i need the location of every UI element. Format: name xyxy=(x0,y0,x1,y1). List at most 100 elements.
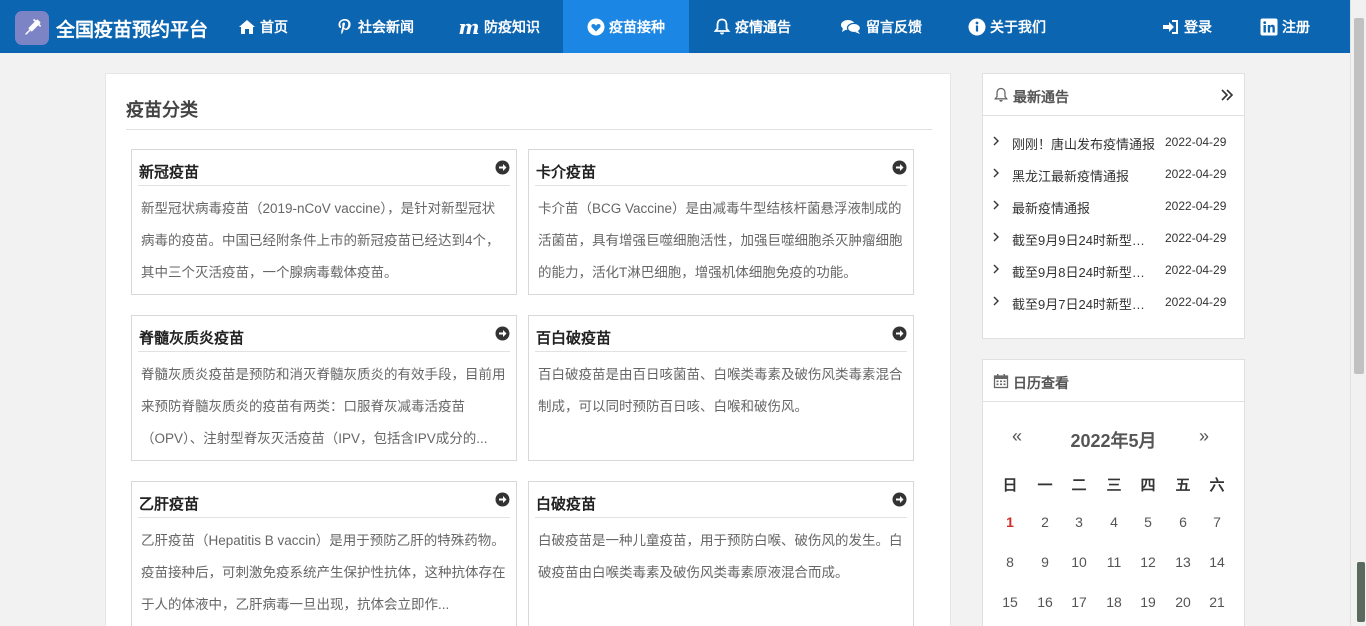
card-title[interactable]: 百白破疫苗 xyxy=(536,327,611,348)
vaccine-card-polio[interactable]: 脊髓灰质炎疫苗 脊髓灰质炎疫苗是预防和消灭脊髓灰质炎的有效手段，目前用来预防脊髓… xyxy=(131,315,517,461)
divider xyxy=(138,351,510,352)
vaccine-card-bcg[interactable]: 卡介疫苗 卡介苗（BCG Vaccine）是由减毒牛型结核杆菌悬浮液制成的活菌苗… xyxy=(528,149,914,295)
notice-date: 2022-04-29 xyxy=(1165,135,1227,149)
arrow-circle-right-icon[interactable] xyxy=(495,492,510,507)
brand-title: 全国疫苗预约平台 xyxy=(56,19,209,41)
calendar-day[interactable]: 10 xyxy=(1063,554,1095,570)
divider xyxy=(535,185,907,186)
calendar-day[interactable]: 17 xyxy=(1063,594,1095,610)
calendar-day[interactable]: 16 xyxy=(1029,594,1061,610)
calendar-day[interactable]: 18 xyxy=(1098,594,1130,610)
weekday-label: 五 xyxy=(1175,477,1191,494)
calendar-day[interactable]: 21 xyxy=(1201,594,1233,610)
vaccine-card-dt[interactable]: 白破疫苗 白破疫苗是一种儿童疫苗，用于预防白喉、破伤风的发生。白破疫苗由白喉类毒… xyxy=(528,481,914,626)
weekday-label: 一 xyxy=(1037,477,1053,494)
nav-item-feedback[interactable]: 留言反馈 xyxy=(840,0,922,53)
double-chevron-right-icon[interactable] xyxy=(1220,88,1234,102)
vaccine-card-hepatitis-b[interactable]: 乙肝疫苗 乙肝疫苗（Hepatitis B vaccin）是用于预防乙肝的特殊药… xyxy=(131,481,517,626)
register-button[interactable]: 注册 xyxy=(1260,0,1310,53)
card-description: 乙肝疫苗（Hepatitis B vaccin）是用于预防乙肝的特殊药物。疫苗接… xyxy=(141,533,506,612)
calendar-icon xyxy=(993,374,1009,389)
calendar-day[interactable]: 15 xyxy=(994,594,1026,610)
nav-item-about[interactable]: 关于我们 xyxy=(968,0,1046,53)
nav-label: 首页 xyxy=(260,18,288,35)
calendar-day[interactable]: 20 xyxy=(1167,594,1199,610)
page-title: 疫苗分类 xyxy=(126,100,198,120)
pinterest-icon xyxy=(336,18,354,36)
nav-item-home[interactable]: 首页 xyxy=(238,0,288,53)
next-month-button[interactable]: » xyxy=(1199,426,1209,447)
card-description: 白破疫苗是一种儿童疫苗，用于预防白喉、破伤风的发生。白破疫苗由白喉类毒素及破伤风… xyxy=(538,533,903,580)
bell-icon xyxy=(994,87,1008,102)
arrow-circle-right-icon[interactable] xyxy=(495,326,510,341)
calendar-day[interactable]: 5 xyxy=(1132,514,1164,530)
card-description: 卡介苗（BCG Vaccine）是由减毒牛型结核杆菌悬浮液制成的活菌苗，具有增强… xyxy=(538,201,903,280)
notice-title[interactable]: 截至9月9日24时新型冠状病毒 xyxy=(1012,230,1155,249)
notice-item[interactable]: 截至9月9日24时新型冠状病毒 2022-04-29 xyxy=(983,222,1244,254)
card-title[interactable]: 脊髓灰质炎疫苗 xyxy=(139,327,244,348)
nav-item-notice[interactable]: 疫情通告 xyxy=(713,0,791,53)
calendar-day[interactable]: 13 xyxy=(1167,554,1199,570)
notice-item[interactable]: 截至9月7日24时新型冠状病毒 2022-04-29 xyxy=(983,286,1244,318)
nav-label: 疫苗接种 xyxy=(609,18,665,35)
vaccine-card-covid[interactable]: 新冠疫苗 新型冠状病毒疫苗（2019-nCoV vaccine），是针对新型冠状… xyxy=(131,149,517,295)
arrow-circle-right-icon[interactable] xyxy=(892,492,907,507)
weekday-label: 二 xyxy=(1071,477,1087,494)
notice-title[interactable]: 刚刚！唐山发布疫情通报 xyxy=(1012,134,1155,153)
notice-title[interactable]: 黑龙江最新疫情通报 xyxy=(1012,166,1155,185)
card-title[interactable]: 新冠疫苗 xyxy=(139,161,199,182)
nav-label: 疫情通告 xyxy=(735,18,791,35)
scroll-widget[interactable] xyxy=(1357,562,1365,622)
calendar-day[interactable]: 12 xyxy=(1132,554,1164,570)
weekday-label: 日 xyxy=(1002,477,1018,494)
panel-title: 日历查看 xyxy=(1013,375,1069,391)
calendar-day[interactable]: 3 xyxy=(1063,514,1095,530)
scrollbar-thumb[interactable] xyxy=(1354,18,1364,374)
calendar-day-today[interactable]: 1 xyxy=(994,514,1026,530)
calendar-day[interactable]: 6 xyxy=(1167,514,1199,530)
nav-label: 留言反馈 xyxy=(866,18,922,35)
calendar-panel: 日历查看 « 2022年5月 » 日 一 二 三 四 五 六 1 2 3 4 5… xyxy=(982,359,1245,626)
nav-item-news[interactable]: 社会新闻 xyxy=(336,0,414,53)
vaccine-card-dtp[interactable]: 百白破疫苗 百白破疫苗是由百日咳菌苗、白喉类毒素及破伤风类毒素混合制成，可以同时… xyxy=(528,315,914,461)
divider xyxy=(535,351,907,352)
nav-item-knowledge[interactable]: m 防疫知识 xyxy=(458,0,540,53)
calendar-day[interactable]: 7 xyxy=(1201,514,1233,530)
login-button[interactable]: 登录 xyxy=(1162,0,1212,53)
notice-title[interactable]: 截至9月7日24时新型冠状病毒 xyxy=(1012,294,1155,313)
card-title[interactable]: 乙肝疫苗 xyxy=(139,493,199,514)
page-scrollbar[interactable] xyxy=(1350,0,1366,626)
heart-circle-icon xyxy=(587,18,605,36)
notice-item[interactable]: 刚刚！唐山发布疫情通报 2022-04-29 xyxy=(983,126,1244,158)
m-letter-icon: m xyxy=(458,14,480,39)
calendar-day[interactable]: 8 xyxy=(994,554,1026,570)
calendar-day[interactable]: 11 xyxy=(1098,554,1130,570)
calendar-day[interactable]: 14 xyxy=(1201,554,1233,570)
notice-title[interactable]: 最新疫情通报 xyxy=(1012,198,1155,217)
notice-item[interactable]: 最新疫情通报 2022-04-29 xyxy=(983,190,1244,222)
card-title[interactable]: 白破疫苗 xyxy=(536,493,596,514)
vaccine-category-panel: 疫苗分类 新冠疫苗 新型冠状病毒疫苗（2019-nCoV vaccine），是针… xyxy=(105,73,951,626)
nav-item-vaccination[interactable]: 疫苗接种 xyxy=(563,0,689,53)
panel-header: 日历查看 xyxy=(983,360,1244,402)
notice-item[interactable]: 黑龙江最新疫情通报 2022-04-29 xyxy=(983,158,1244,190)
calendar-day[interactable]: 9 xyxy=(1029,554,1061,570)
weekday-label: 六 xyxy=(1209,477,1225,494)
arrow-circle-right-icon[interactable] xyxy=(495,160,510,175)
notice-item[interactable]: 截至9月8日24时新型冠状病毒 2022-04-29 xyxy=(983,254,1244,286)
sign-in-icon xyxy=(1162,18,1180,36)
divider xyxy=(138,185,510,186)
arrow-circle-right-icon[interactable] xyxy=(892,326,907,341)
divider xyxy=(138,517,510,518)
divider xyxy=(126,129,932,130)
calendar-day[interactable]: 19 xyxy=(1132,594,1164,610)
notice-date: 2022-04-29 xyxy=(1165,295,1227,309)
notice-title[interactable]: 截至9月8日24时新型冠状病毒 xyxy=(1012,262,1155,281)
calendar-day[interactable]: 4 xyxy=(1098,514,1130,530)
calendar-day[interactable]: 2 xyxy=(1029,514,1061,530)
arrow-circle-right-icon[interactable] xyxy=(892,160,907,175)
card-description: 百白破疫苗是由百日咳菌苗、白喉类毒素及破伤风类毒素混合制成，可以同时预防百日咳、… xyxy=(538,367,903,414)
brand[interactable]: 全国疫苗预约平台 xyxy=(15,11,208,45)
card-title[interactable]: 卡介疫苗 xyxy=(536,161,596,182)
info-circle-icon xyxy=(968,18,986,36)
